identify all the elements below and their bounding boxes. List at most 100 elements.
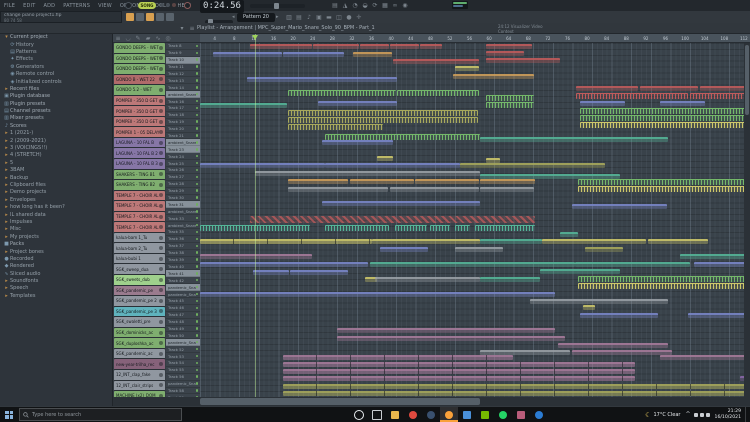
track-enable-led[interactable]	[196, 79, 199, 82]
paint-icon[interactable]	[512, 407, 530, 422]
track-enable-led[interactable]	[196, 169, 199, 172]
browser-item-mixer-presets[interactable]: ▥Mixer presets	[0, 115, 112, 122]
playlist-clip[interactable]: Take 22	[585, 247, 623, 252]
playlist-clip[interactable]	[576, 93, 688, 99]
stop-led[interactable]	[166, 3, 170, 7]
zoom-icon[interactable]: ◎	[163, 34, 173, 43]
playlist-clip[interactable]	[580, 122, 744, 128]
hint-keyboard-icon[interactable]	[126, 13, 134, 21]
track-enable-led[interactable]	[196, 210, 199, 213]
track-header-track-42[interactable]: Track 42	[166, 277, 200, 284]
picker-pattern-pompeii-1-05-delay[interactable]: POMPEII 1 - 05 DELAY	[114, 127, 165, 138]
browser-item-recent-files[interactable]: ▸Recent files	[0, 86, 112, 93]
file-explorer-icon[interactable]	[386, 407, 404, 422]
auto-scroll-icon[interactable]	[166, 13, 174, 21]
track-header-track-27[interactable]: Track 27	[166, 174, 200, 181]
mute-icon[interactable]	[159, 257, 163, 261]
track-header-pandemic-snare-49-[interactable]: pandemic_Snare (49)	[166, 381, 200, 388]
track-enable-led[interactable]	[196, 307, 199, 310]
picker-pattern-sgk-sweep-dua[interactable]: SGK_sweep_dua	[114, 264, 165, 275]
playlist-clip[interactable]	[578, 276, 744, 282]
picker-pattern-kalua-bam-2-tu[interactable]: kalua-bam 2_Tu	[114, 243, 165, 254]
playlist-clip[interactable]	[580, 115, 744, 121]
track-header-pandemic-snared-2x[interactable]: pandemic_SnareD 2x	[166, 291, 200, 298]
mute-icon[interactable]	[159, 151, 163, 155]
track-header-track-26[interactable]: Track 26	[166, 167, 200, 174]
mute-icon[interactable]	[159, 236, 163, 240]
playlist-clip[interactable]: 4 Pandemic Snare D 7x	[250, 216, 535, 223]
track-enable-led[interactable]	[196, 313, 199, 316]
horizontal-scrollbar[interactable]	[113, 397, 750, 406]
browser-item-initialized-controls[interactable]: ◈Initialized controls	[0, 78, 112, 85]
picker-pattern-sgk-pandemic-ac[interactable]: SGK_pandemic_ac	[114, 349, 165, 360]
playlist-clip[interactable]: INTERPOLL SQUARE	[486, 51, 524, 56]
time-display[interactable]: 0:24.56	[200, 0, 244, 13]
picker-pattern-laguna-10-fal-b-3[interactable]: LAGUNA - 10 FAL B 3	[114, 159, 165, 170]
browser-item-2-2009-2021-[interactable]: ▸2 (2009-2021)	[0, 137, 112, 144]
track-enable-led[interactable]	[196, 162, 199, 165]
track-header-track-53[interactable]: Track 53	[166, 353, 200, 360]
track-header-track-58[interactable]: Track 58	[166, 388, 200, 395]
playlist-clip[interactable]: Pattern 25	[253, 270, 289, 275]
track-enable-led[interactable]	[196, 196, 199, 199]
playlist-clip[interactable]: 4 Bass line 10 - Mix piano	[200, 163, 325, 168]
track-header-ambient-snared-2x[interactable]: ambient_SnareD 2x	[166, 222, 200, 229]
mute-icon[interactable]	[159, 278, 163, 282]
playlist-clip[interactable]: 4 BODO - 09:09 SOPO 5 - WET - 2.7 - OMNI…	[283, 369, 635, 374]
playlist-clip[interactable]: Pattern 15	[688, 313, 744, 318]
mute-icon[interactable]	[159, 352, 163, 356]
track-header-track-14[interactable]: Track 14	[166, 84, 200, 91]
record-button[interactable]	[184, 2, 191, 9]
mute-icon[interactable]	[159, 99, 163, 103]
track-header-track-18[interactable]: Track 18	[166, 112, 200, 119]
track-enable-led[interactable]	[196, 369, 199, 372]
browser-item-packs[interactable]: ■Packs	[0, 241, 112, 248]
track-header-track-11[interactable]: Track 11	[166, 64, 200, 71]
track-enable-led[interactable]	[196, 120, 199, 123]
track-enable-led[interactable]	[196, 320, 199, 323]
steam-icon[interactable]	[422, 407, 440, 422]
playlist-clip[interactable]: 4 BODO - 09:09 SOPO 5 - WET - 2.7 - OMNI…	[283, 376, 635, 381]
step-edit-icon[interactable]: ▦	[380, 1, 390, 10]
browser-item-plugin-presets[interactable]: ▥Plugin presets	[0, 101, 112, 108]
track-enable-led[interactable]	[196, 265, 199, 268]
picker-pattern-sgk-sweets-dub[interactable]: SGK_sweets_dub	[114, 275, 165, 286]
mute-icon[interactable]	[159, 77, 163, 81]
picker-pattern-temple-7-choir-al[interactable]: TEMPLE 7 - CHOIR AL	[114, 191, 165, 202]
picker-pattern-gondo-5-2-wet[interactable]: GONDO 5.2 - WET	[114, 85, 165, 96]
metronome-on-icon[interactable]	[146, 13, 154, 21]
track-header-track-21[interactable]: Track 21	[166, 133, 200, 140]
picker-pattern-pompeii-350-d-get-al-2[interactable]: POMPEII - 350 D GET AL 2	[114, 106, 165, 117]
playlist-clip[interactable]: 4 BOMBA - 10:10 SOPO 5 - WET - 2.7 - OMN…	[283, 384, 744, 389]
playlist-clip[interactable]	[480, 137, 668, 142]
playlist-clip[interactable]	[558, 343, 668, 348]
track-enable-led[interactable]	[196, 217, 199, 220]
magnet-icon[interactable]: ◡	[123, 34, 133, 43]
browser-item-clipboard-files[interactable]: ▸Clipboard files	[0, 182, 112, 189]
playlist-clip[interactable]: 4 Temple 14 - Part 2	[453, 74, 534, 79]
playlist-clip[interactable]	[572, 350, 672, 355]
track-enable-led[interactable]	[196, 114, 199, 117]
playlist-clip[interactable]: Pattern PT-206	[540, 269, 620, 274]
start-button[interactable]	[0, 407, 18, 422]
playlist-clip[interactable]: Pattern 97	[580, 101, 625, 106]
track-header-track-30[interactable]: Track 30	[166, 195, 200, 202]
playlist-clip[interactable]	[694, 262, 744, 267]
playlist-clip[interactable]: Temple CH1 - Part 1	[353, 52, 392, 57]
playlist-clip[interactable]	[560, 232, 578, 237]
track-enable-led[interactable]	[196, 286, 199, 289]
menu-item-patterns[interactable]: PATTERNS	[59, 3, 94, 9]
playlist-clip[interactable]	[430, 225, 450, 231]
main-volume-knob[interactable]	[125, 2, 132, 9]
track-header-track-20[interactable]: Track 20	[166, 126, 200, 133]
track-header-track-31[interactable]: Track 31	[166, 201, 200, 208]
track-enable-led[interactable]	[196, 72, 199, 75]
track-header-track-17[interactable]: Track 17	[166, 105, 200, 112]
playlist-clip[interactable]	[542, 239, 646, 244]
track-header-track-47[interactable]: Track 47	[166, 312, 200, 319]
blend-notes-icon[interactable]	[156, 13, 164, 21]
mute-icon[interactable]	[159, 320, 163, 324]
picker-pattern-gondo-b-wet-22[interactable]: GONDO B - WET 22	[114, 75, 165, 86]
countdown-icon[interactable]: ◒	[360, 1, 370, 10]
whatsapp-icon[interactable]	[494, 407, 512, 422]
